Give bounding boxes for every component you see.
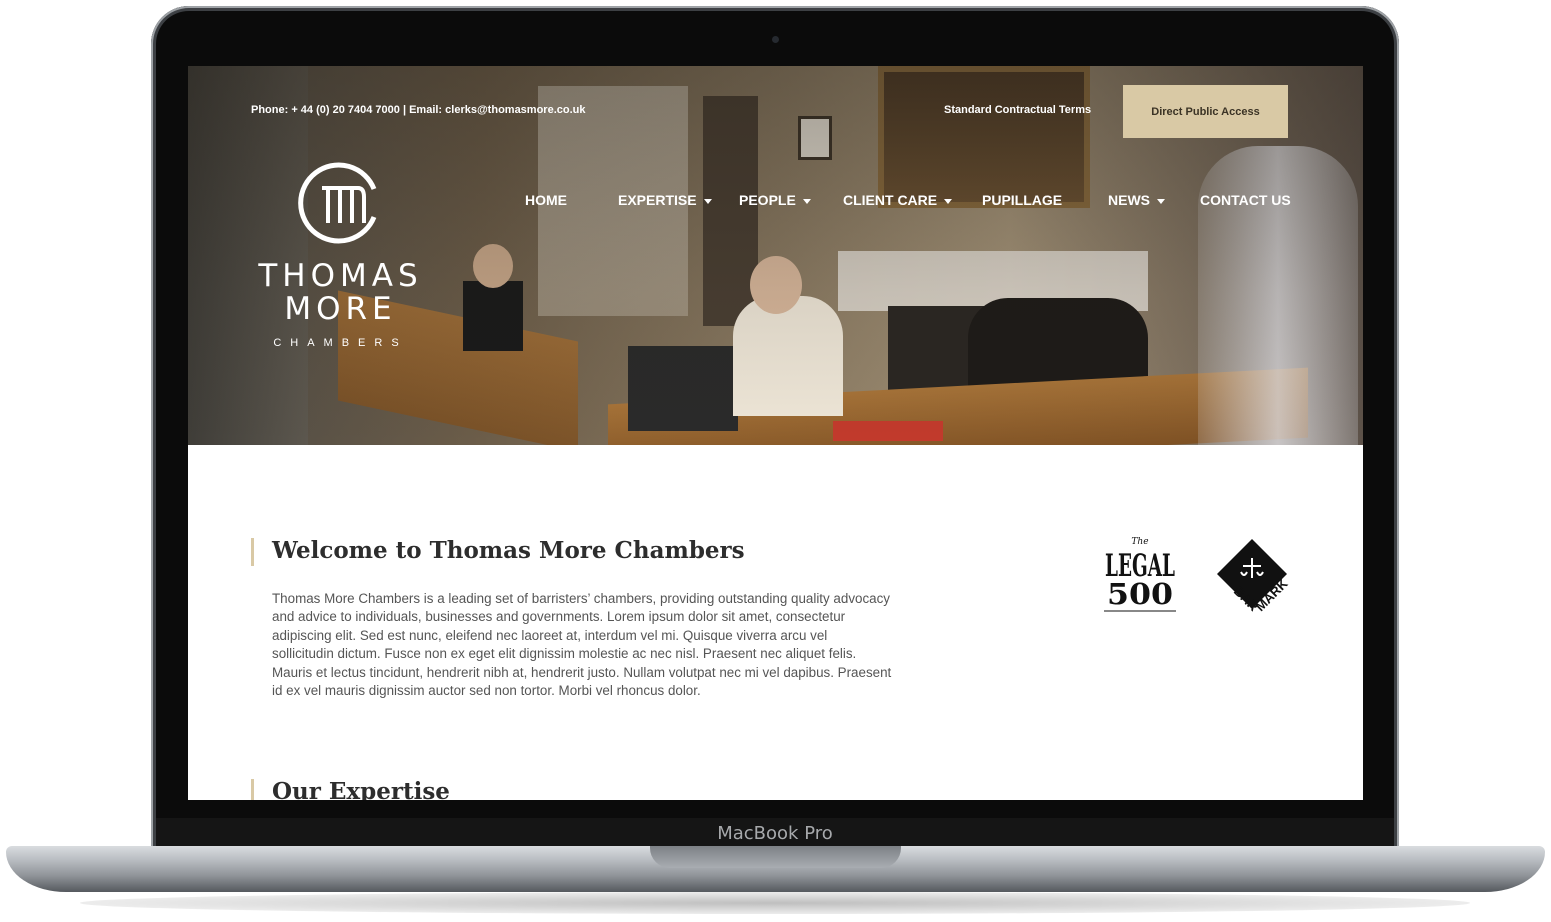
nav-item-home[interactable]: HOME <box>525 192 567 208</box>
nav-item-news[interactable]: NEWS <box>1108 192 1165 208</box>
welcome-body: Thomas More Chambers is a leading set of… <box>272 591 892 699</box>
nav-item-client-care[interactable]: CLIENT CARE <box>843 192 953 208</box>
nav-item-contact-us[interactable]: CONTACT US <box>1200 192 1291 208</box>
legal500-line2: 500 <box>1107 577 1173 611</box>
main-content: Welcome to Thomas More Chambers Thomas M… <box>188 445 1363 800</box>
brand-name-line1: THOMAS <box>258 258 423 294</box>
laptop-shadow <box>80 892 1470 914</box>
expertise-title: Our Expertise <box>272 778 450 800</box>
barmark-badge[interactable]: BAR MARK <box>1213 536 1291 614</box>
hero-banner: Phone: + 44 (0) 20 7404 7000 | Email: cl… <box>188 66 1363 445</box>
browser-screen: Phone: + 44 (0) 20 7404 7000 | Email: cl… <box>188 66 1363 800</box>
chevron-down-icon <box>802 198 811 204</box>
direct-public-access-button[interactable]: Direct Public Access <box>1123 85 1288 138</box>
webcam <box>772 36 779 43</box>
chevron-down-icon <box>944 198 953 204</box>
device-label: MacBook Pro <box>717 823 833 844</box>
legal500-badge[interactable]: The LEGAL 500 <box>1104 536 1176 614</box>
title-accent-bar <box>251 538 254 566</box>
nav-item-people[interactable]: PEOPLE <box>739 192 811 208</box>
chevron-down-icon <box>703 198 712 204</box>
legal500-small: The <box>1131 537 1148 547</box>
site-logo[interactable]: THOMAS MORE CHAMBERS <box>248 161 433 356</box>
chevron-down-icon <box>1157 198 1165 204</box>
expertise-accent-bar <box>251 779 254 800</box>
laptop-notch <box>650 846 901 868</box>
welcome-title: Welcome to Thomas More Chambers <box>272 537 745 564</box>
terms-link[interactable]: Standard Contractual Terms <box>944 104 1091 116</box>
nav-item-expertise[interactable]: EXPERTISE <box>618 192 712 208</box>
nav-item-pupillage[interactable]: PUPILLAGE <box>982 192 1062 208</box>
main-nav: HOME EXPERTISE PEOPLE CLIENT CARE PUPILL… <box>188 192 1363 212</box>
brand-name-line2: MORE <box>284 291 397 327</box>
contact-info[interactable]: Phone: + 44 (0) 20 7404 7000 | Email: cl… <box>251 104 586 116</box>
brand-tagline: CHAMBERS <box>273 337 408 349</box>
